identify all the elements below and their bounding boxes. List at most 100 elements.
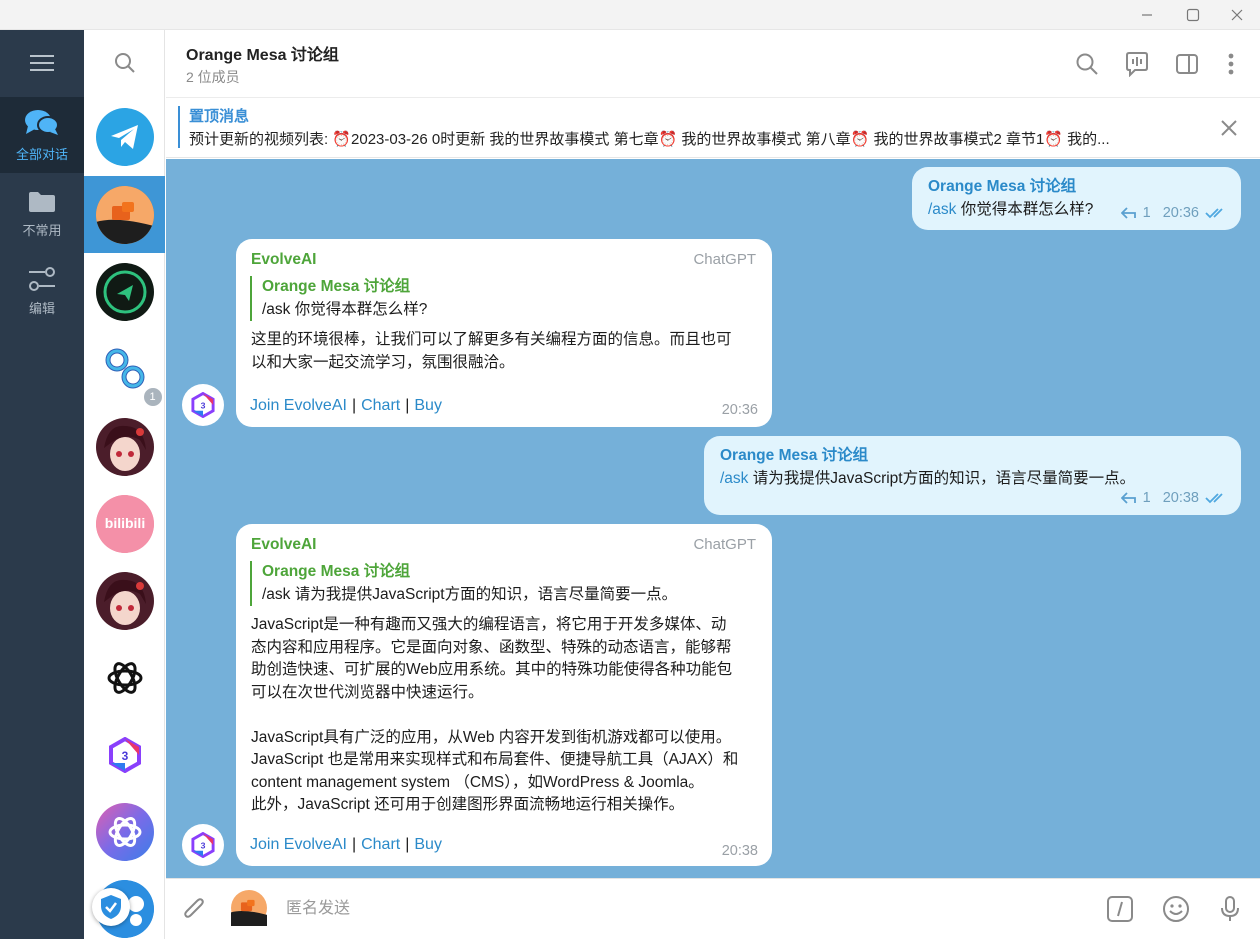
evolveai-logo: 3 [95, 725, 154, 784]
via-bot-label: ChatGPT [693, 536, 756, 553]
close-window-button[interactable] [1214, 0, 1260, 30]
maximize-button[interactable] [1170, 0, 1216, 30]
reply-text: /ask 你觉得本群怎么样? [262, 300, 428, 318]
member-count: 2 位成员 [186, 69, 240, 85]
message-sender[interactable]: EvolveAI [251, 534, 316, 557]
chat-item-anime-1[interactable] [84, 408, 165, 485]
chat-item-gpt-gradient[interactable] [84, 793, 165, 870]
main-menu-button[interactable] [0, 30, 84, 96]
hamburger-icon [30, 55, 54, 71]
join-evolveai-link[interactable]: Join EvolveAI [250, 836, 347, 853]
reply-quote[interactable]: Orange Mesa 讨论组 /ask 你觉得本群怎么样? [250, 276, 427, 321]
chart-link[interactable]: Chart [361, 397, 400, 414]
messages-area[interactable]: Orange Mesa 讨论组 /ask 你觉得本群怎么样? 1 20:36 3… [166, 159, 1260, 878]
close-icon [1231, 9, 1243, 21]
chat-item-evolveai[interactable]: 3 [84, 716, 165, 793]
unread-badge: 1 [141, 385, 164, 408]
emoji-button[interactable] [1158, 891, 1194, 927]
message-meta: 20:36 [722, 399, 758, 422]
reply-text: /ask 请为我提供JavaScript方面的知识，语言尽量简要一点。 [262, 585, 678, 603]
inline-buttons: Join EvolveAI | Chart | Buy [250, 397, 442, 414]
message-sender: Orange Mesa 讨论组 [720, 447, 869, 464]
chat-item-r2[interactable] [84, 253, 165, 330]
search-icon [1076, 53, 1098, 75]
folder-all-chats[interactable]: 全部对话 [0, 97, 84, 173]
anime-avatar [95, 571, 154, 630]
voice-chat-button[interactable] [1120, 47, 1154, 81]
message-sender: Orange Mesa 讨论组 [928, 178, 1077, 195]
pinned-title: 置顶消息 [189, 108, 250, 125]
bot-commands-button[interactable] [1102, 891, 1138, 927]
message-composer [166, 878, 1260, 939]
folder-icon [29, 191, 55, 212]
pinned-accent-bar [178, 106, 180, 148]
buy-link[interactable]: Buy [414, 836, 442, 853]
search-icon [114, 53, 135, 73]
shield-check-icon[interactable] [92, 888, 130, 926]
telegram-logo [95, 107, 154, 166]
openai-gradient-logo [95, 802, 154, 861]
message-input[interactable] [286, 895, 1066, 923]
more-options-button[interactable] [1214, 47, 1248, 81]
chart-link[interactable]: Chart [361, 836, 400, 853]
message-bubble-outgoing[interactable]: Orange Mesa 讨论组 /ask 请为我提供JavaScript方面的知… [704, 436, 1241, 515]
evolveai-logo: 3 [191, 832, 215, 858]
reply-quote[interactable]: Orange Mesa 讨论组 /ask 请为我提供JavaScript方面的知… [250, 561, 677, 606]
message-sender[interactable]: EvolveAI [251, 249, 316, 272]
minimize-icon [1142, 14, 1152, 16]
folder-edit[interactable]: 编辑 [0, 253, 84, 329]
reply-count[interactable]: 1 [1143, 202, 1151, 225]
bot-command[interactable]: /ask [720, 470, 748, 487]
folders-sidebar: 全部对话 不常用 编辑 [0, 30, 84, 939]
chat-list: 1 bilibili 3 [84, 30, 165, 939]
chat-item-bilibili[interactable]: bilibili [84, 485, 165, 562]
evolveai-logo: 3 [191, 392, 215, 418]
chat-item-openai[interactable] [84, 639, 165, 716]
bot-avatar[interactable]: 3 [182, 384, 224, 426]
folder-label: 不常用 [22, 222, 62, 238]
chat-header: Orange Mesa 讨论组 2 位成员 [166, 30, 1260, 98]
buy-link[interactable]: Buy [414, 397, 442, 414]
chat-item-link-bot[interactable]: 1 [84, 330, 165, 408]
close-pinned-button[interactable] [1214, 113, 1244, 143]
more-vertical-icon [1228, 53, 1234, 75]
send-as-avatar[interactable] [230, 889, 268, 927]
voice-record-button[interactable] [1212, 891, 1248, 927]
folder-rarely-used[interactable]: 不常用 [0, 176, 84, 252]
join-evolveai-link[interactable]: Join EvolveAI [250, 397, 347, 414]
svg-text:3: 3 [121, 749, 128, 763]
bot-avatar[interactable]: 3 [182, 824, 224, 866]
message-bubble-incoming[interactable]: EvolveAI ChatGPT Orange Mesa 讨论组 /ask 你觉… [236, 239, 772, 427]
chat-item-telegram[interactable] [84, 98, 165, 175]
emoji-icon [1163, 896, 1189, 922]
message-time: 20:36 [1162, 204, 1199, 221]
svg-text:3: 3 [201, 841, 206, 851]
minimize-button[interactable] [1124, 0, 1170, 30]
message-time: 20:36 [721, 401, 758, 418]
pinned-message-bar[interactable]: 置顶消息 预计更新的视频列表: ⏰2023-03-26 0时更新 我的世界故事模… [166, 99, 1260, 158]
search-chat-button[interactable] [1070, 47, 1104, 81]
link-avatar: 1 [95, 339, 164, 408]
bilibili-avatar: bilibili [95, 494, 154, 553]
reply-count[interactable]: 1 [1143, 487, 1151, 510]
double-check-icon [1205, 493, 1223, 504]
window-titlebar [0, 0, 1260, 30]
voice-chat-icon [1126, 52, 1148, 77]
chat-item-orange-mesa[interactable] [84, 176, 165, 253]
edit-sliders-icon [29, 266, 55, 291]
message-meta: 20:38 [722, 840, 758, 863]
message-bubble-outgoing[interactable]: Orange Mesa 讨论组 /ask 你觉得本群怎么样? 1 20:36 [912, 167, 1241, 230]
bot-command[interactable]: /ask [928, 201, 956, 218]
message-body: 这里的环境很棒，让我们可以了解更多有关编程方面的信息。而且也可 以和大家一起交流… [251, 331, 732, 371]
close-icon [1221, 120, 1237, 136]
reply-sender: Orange Mesa 讨论组 [262, 278, 411, 295]
pinned-text: 预计更新的视频列表: ⏰2023-03-26 0时更新 我的世界故事模式 第七章… [189, 131, 1110, 148]
slash-command-icon [1107, 896, 1133, 922]
chat-title[interactable]: Orange Mesa 讨论组 [186, 41, 339, 65]
toggle-sidebar-button[interactable] [1170, 47, 1204, 81]
attach-button[interactable] [176, 891, 212, 927]
chat-item-anime-2[interactable] [84, 562, 165, 639]
message-meta: 1 20:36 [1120, 202, 1227, 225]
search-button[interactable] [84, 30, 165, 96]
message-bubble-incoming[interactable]: EvolveAI ChatGPT Orange Mesa 讨论组 /ask 请为… [236, 524, 772, 866]
